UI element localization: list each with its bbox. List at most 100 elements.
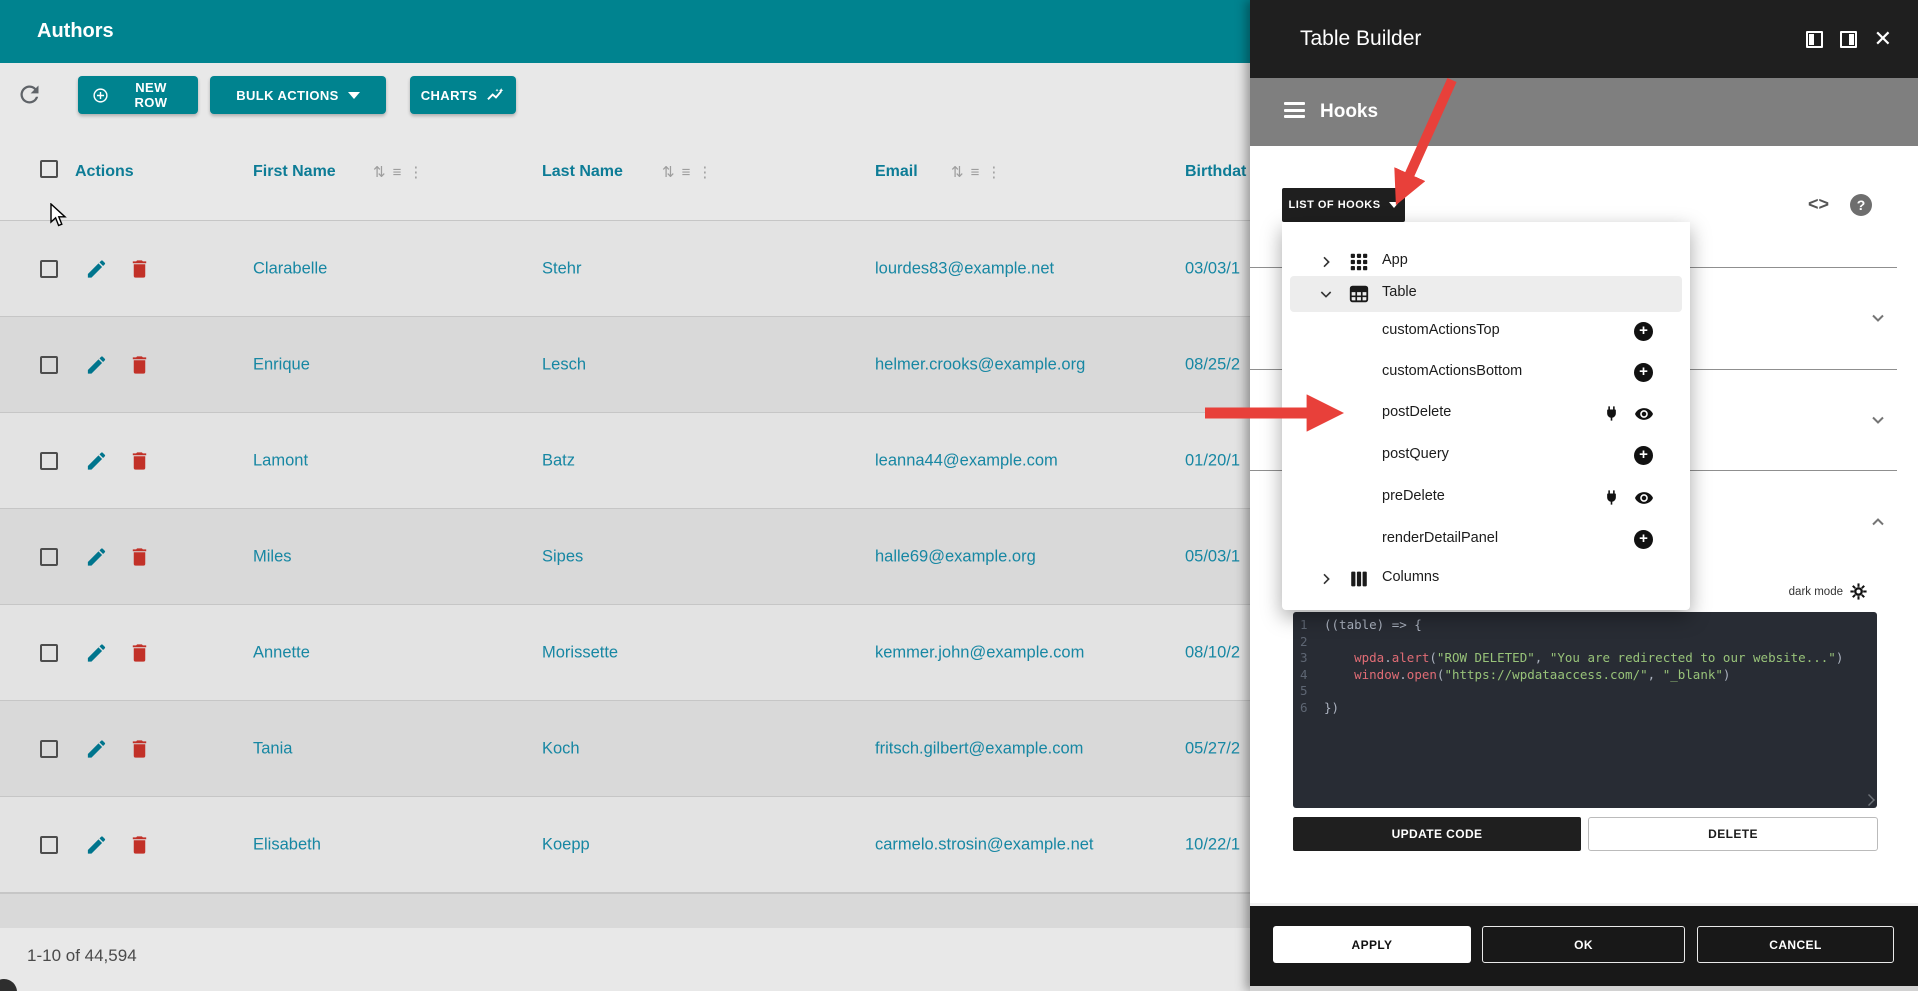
delete-row-icon[interactable] xyxy=(128,641,151,664)
tree-item-label: customActionsTop xyxy=(1382,322,1500,338)
close-icon[interactable]: ✕ xyxy=(1874,28,1892,50)
code-view-icon[interactable]: <> xyxy=(1808,194,1829,215)
delete-row-icon[interactable] xyxy=(128,257,151,280)
accordion-chevron-down-icon[interactable] xyxy=(1868,410,1888,430)
chevron-down-icon xyxy=(1389,202,1399,208)
edit-row-icon[interactable] xyxy=(85,833,108,856)
hook-tree-item-table[interactable]: Table xyxy=(1282,279,1690,309)
cell-email: kemmer.john@example.com xyxy=(875,643,1084,662)
eye-icon[interactable] xyxy=(1634,404,1654,424)
row-checkbox[interactable] xyxy=(40,452,58,470)
column-header-birthdate[interactable]: Birthdat xyxy=(1185,163,1246,181)
accordion-chevron-up-icon[interactable] xyxy=(1868,512,1888,532)
code-line: 5 xyxy=(1293,683,1877,700)
filter-lines-icon[interactable]: ≡ xyxy=(682,164,691,181)
select-all-checkbox[interactable] xyxy=(40,160,58,178)
row-checkbox[interactable] xyxy=(40,356,58,374)
column-menu-icon[interactable]: ⋮ xyxy=(697,163,712,181)
plug-icon[interactable] xyxy=(1602,488,1621,507)
edit-row-icon[interactable] xyxy=(85,257,108,280)
refresh-icon[interactable] xyxy=(16,81,43,108)
charts-button[interactable]: CHARTS xyxy=(410,76,516,114)
line-number: 1 xyxy=(1293,617,1324,634)
list-of-hooks-button[interactable]: LIST OF HOOKS xyxy=(1282,188,1405,222)
sort-icon[interactable]: ⇅ xyxy=(373,163,386,181)
sort-icon[interactable]: ⇅ xyxy=(662,163,675,181)
hook-tree-item-app[interactable]: App xyxy=(1282,247,1690,277)
row-checkbox[interactable] xyxy=(40,548,58,566)
code-text: window.open("https://wpdataaccess.com/",… xyxy=(1324,667,1730,684)
settings-gear-icon[interactable] xyxy=(1850,583,1867,600)
delete-hook-button[interactable]: DELETE xyxy=(1588,817,1878,851)
resize-handle[interactable] xyxy=(1863,794,1875,806)
hook-tree-item-postquery[interactable]: postQuery + xyxy=(1282,441,1690,471)
hook-tree-item-postdelete[interactable]: postDelete xyxy=(1282,399,1690,429)
edit-row-icon[interactable] xyxy=(85,545,108,568)
line-number: 4 xyxy=(1293,667,1324,684)
edit-row-icon[interactable] xyxy=(85,353,108,376)
hook-tree-item-predelete[interactable]: preDelete xyxy=(1282,483,1690,513)
add-hook-icon[interactable]: + xyxy=(1634,530,1653,549)
code-text: wpda.alert("ROW DELETED", "You are redir… xyxy=(1324,650,1843,667)
ok-button[interactable]: OK xyxy=(1482,926,1685,963)
column-header-email[interactable]: Email xyxy=(875,163,918,181)
corner-logo-fragment xyxy=(0,979,17,991)
chevron-right-icon[interactable] xyxy=(1318,571,1334,587)
update-code-button[interactable]: UPDATE CODE xyxy=(1293,817,1581,851)
new-row-button[interactable]: NEW ROW xyxy=(78,76,198,114)
add-hook-icon[interactable]: + xyxy=(1634,322,1653,341)
apply-button[interactable]: APPLY xyxy=(1273,926,1471,963)
column-header-last-name[interactable]: Last Name xyxy=(542,163,623,181)
add-hook-icon[interactable]: + xyxy=(1634,363,1653,382)
eye-icon[interactable] xyxy=(1634,488,1654,508)
tree-item-label: postQuery xyxy=(1382,446,1449,462)
last-name-column-tools[interactable]: ⇅ ≡ ⋮ xyxy=(662,163,712,181)
chevron-right-icon[interactable] xyxy=(1318,254,1334,270)
code-line: 2 xyxy=(1293,634,1877,651)
dock-left-icon[interactable] xyxy=(1806,31,1823,48)
cell-last-name: Sipes xyxy=(542,547,583,566)
hooks-section-bar[interactable]: Hooks xyxy=(1250,78,1918,146)
filter-lines-icon[interactable]: ≡ xyxy=(971,164,980,181)
pagination-status: 1-10 of 44,594 xyxy=(27,946,137,966)
hook-tree-item-columns[interactable]: Columns xyxy=(1282,564,1690,594)
cell-birthdate: 08/10/2 xyxy=(1185,643,1240,662)
row-checkbox[interactable] xyxy=(40,836,58,854)
menu-icon[interactable] xyxy=(1284,102,1305,122)
bulk-actions-button[interactable]: BULK ACTIONS xyxy=(210,76,386,114)
cell-email: halle69@example.org xyxy=(875,547,1036,566)
edit-row-icon[interactable] xyxy=(85,737,108,760)
line-number: 6 xyxy=(1293,700,1324,717)
delete-row-icon[interactable] xyxy=(128,545,151,568)
dock-right-icon[interactable] xyxy=(1840,31,1857,48)
window-controls: ✕ xyxy=(1806,0,1892,78)
table-builder-panel: Table Builder ✕ Hooks LIST OF HOOKS <> ?… xyxy=(1250,0,1918,991)
plug-icon[interactable] xyxy=(1602,404,1621,423)
column-menu-icon[interactable]: ⋮ xyxy=(986,163,1001,181)
add-hook-icon[interactable]: + xyxy=(1634,446,1653,465)
delete-row-icon[interactable] xyxy=(128,737,151,760)
delete-row-icon[interactable] xyxy=(128,353,151,376)
chevron-down-icon[interactable] xyxy=(1318,286,1334,302)
row-checkbox[interactable] xyxy=(40,644,58,662)
first-name-column-tools[interactable]: ⇅ ≡ ⋮ xyxy=(373,163,423,181)
delete-row-icon[interactable] xyxy=(128,833,151,856)
column-menu-icon[interactable]: ⋮ xyxy=(408,163,423,181)
filter-lines-icon[interactable]: ≡ xyxy=(393,164,402,181)
hook-tree-item-renderdetailpanel[interactable]: renderDetailPanel + xyxy=(1282,525,1690,555)
edit-row-icon[interactable] xyxy=(85,449,108,472)
accordion-chevron-down-icon[interactable] xyxy=(1868,308,1888,328)
cancel-button[interactable]: CANCEL xyxy=(1697,926,1894,963)
row-checkbox[interactable] xyxy=(40,740,58,758)
hook-code-editor[interactable]: 1((table) => {23 wpda.alert("ROW DELETED… xyxy=(1293,612,1877,808)
sort-icon[interactable]: ⇅ xyxy=(951,163,964,181)
email-column-tools[interactable]: ⇅ ≡ ⋮ xyxy=(951,163,1001,181)
row-checkbox[interactable] xyxy=(40,260,58,278)
tree-item-label: renderDetailPanel xyxy=(1382,530,1498,546)
edit-row-icon[interactable] xyxy=(85,641,108,664)
hook-tree-item-customactionsbottom[interactable]: customActionsBottom+ xyxy=(1282,358,1690,388)
column-header-first-name[interactable]: First Name xyxy=(253,163,336,181)
help-icon[interactable]: ? xyxy=(1850,194,1872,216)
delete-row-icon[interactable] xyxy=(128,449,151,472)
hook-tree-item-customactionstop[interactable]: customActionsTop + xyxy=(1282,317,1690,347)
